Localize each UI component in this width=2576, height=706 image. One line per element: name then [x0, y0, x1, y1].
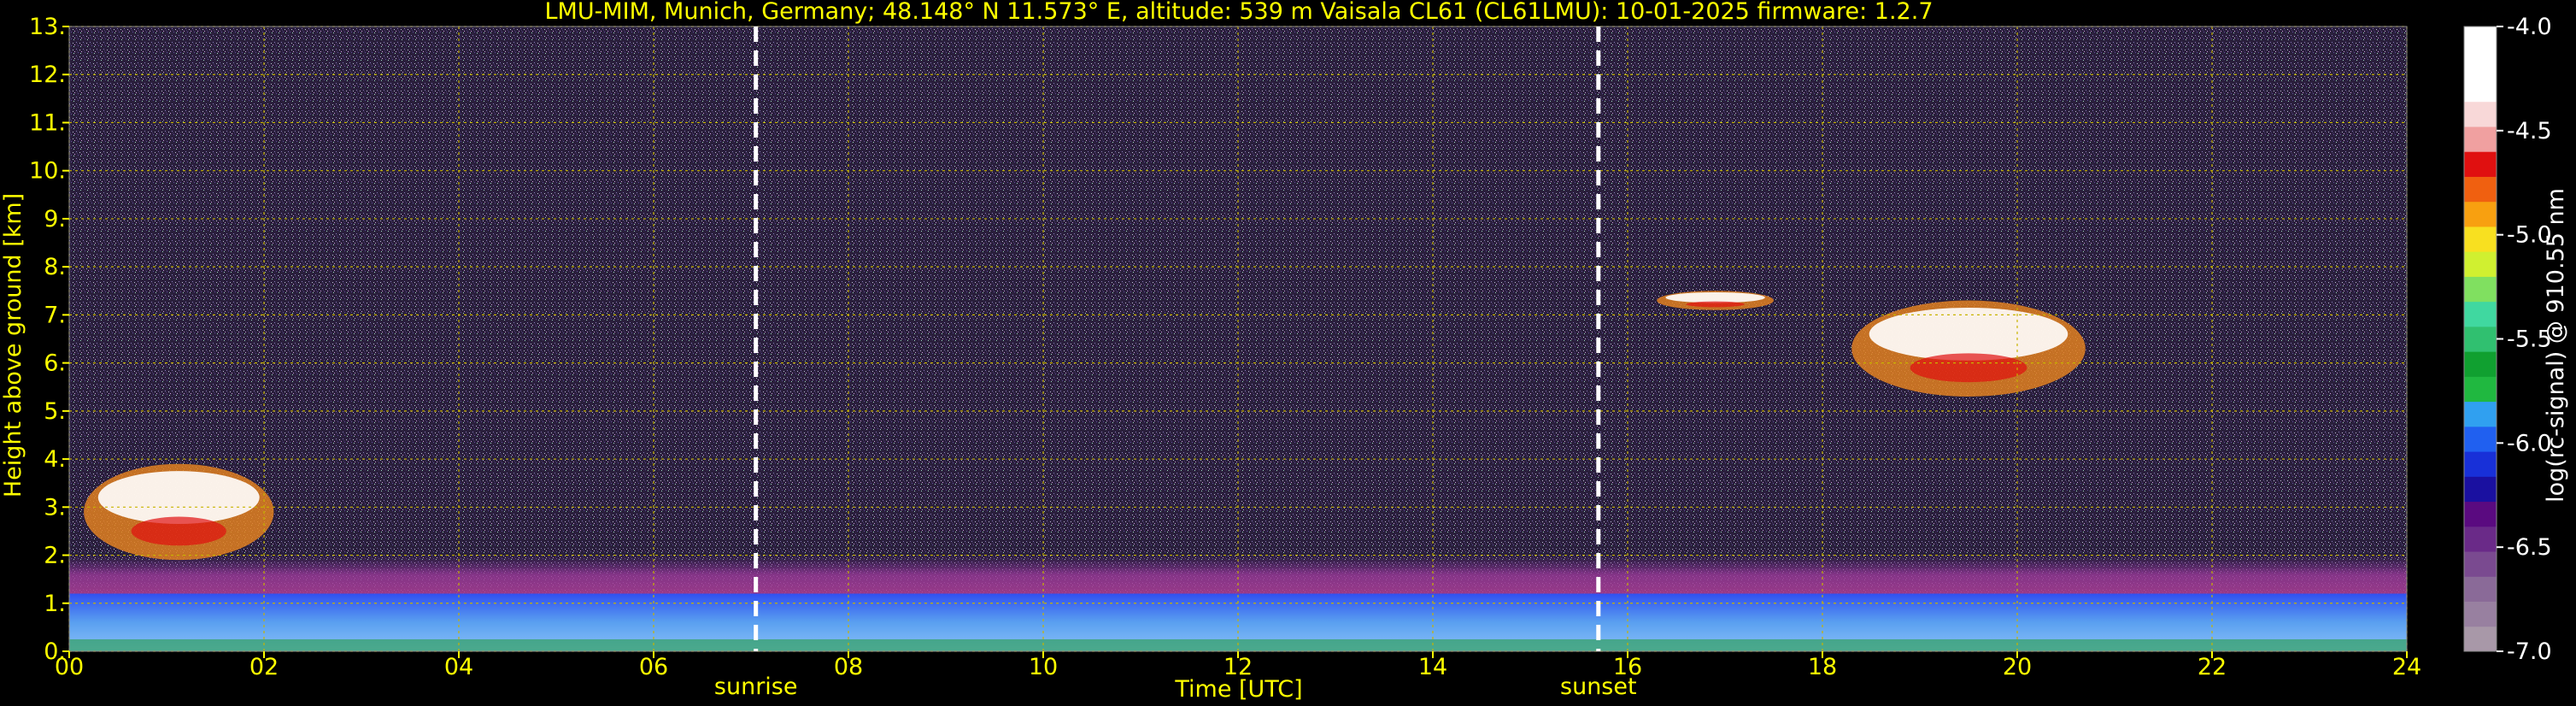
x-tick-label: 10: [1029, 654, 1058, 680]
x-tick-label: 08: [834, 654, 863, 680]
y-tick-label: 5.: [44, 398, 66, 425]
x-tick-label: 20: [2003, 654, 2032, 680]
x-tick-label: 02: [249, 654, 279, 680]
y-tick-label: 1.: [44, 591, 66, 617]
colorbar-segment: [2464, 76, 2497, 103]
colorbar-segment: [2464, 426, 2497, 452]
colorbar-segment: [2464, 251, 2497, 277]
colorbar-segment: [2464, 101, 2497, 127]
colorbar-segment: [2464, 326, 2497, 352]
event-label: sunrise: [714, 674, 798, 700]
colorbar-segment: [2464, 501, 2497, 527]
x-tick-label: 06: [639, 654, 668, 680]
y-tick-label: 0.: [44, 638, 66, 665]
colorbar-tick-label: -4.5: [2507, 118, 2552, 144]
x-tick-label: 24: [2392, 654, 2421, 680]
colorbar-segment: [2464, 376, 2497, 403]
colorbar-segment: [2464, 26, 2497, 52]
colorbar-tick-label: -6.5: [2507, 534, 2552, 561]
plot-area: [68, 26, 2408, 652]
cloud-feature: [1657, 291, 1774, 310]
y-tick-label: 3.: [44, 494, 66, 521]
cloud-core: [1665, 291, 1765, 303]
colorbar-segment: [2464, 201, 2497, 227]
colorbar-segment: [2464, 551, 2497, 577]
colorbar-tick-label: -5.0: [2507, 222, 2552, 249]
x-tick-label: 18: [1808, 654, 1837, 680]
colorbar-tick-label: -4.0: [2507, 14, 2552, 40]
colorbar-segment: [2464, 126, 2497, 152]
cloud-core: [1869, 307, 2068, 361]
x-tick-label: 04: [444, 654, 473, 680]
y-tick-label: 7.: [44, 302, 66, 328]
cloud-core: [97, 471, 260, 524]
y-tick-label: 6.: [44, 350, 66, 377]
cloud-red: [131, 516, 226, 546]
colorbar-tick-label: -5.5: [2507, 327, 2552, 353]
x-tick-label: 22: [2198, 654, 2227, 680]
cloud-feature: [84, 463, 274, 561]
colorbar-segment: [2464, 301, 2497, 327]
y-tick-label: 10.: [29, 158, 66, 185]
colorbar: -7.0 -6.5 -6.0 -5.5 -5.0 -4.5 -4.0: [2463, 14, 2552, 665]
y-tick-label: 4.: [44, 446, 66, 473]
y-tick-label: 8.: [44, 254, 66, 280]
y-tick-label: 12.: [29, 62, 66, 88]
x-tick-labels: 00 02 04 06 08 10 12 14 16 18 20 22 24: [55, 651, 2421, 680]
x-tick-label: 12: [1223, 654, 1253, 680]
colorbar-segment: [2464, 351, 2497, 377]
colorbar-segment: [2464, 451, 2497, 477]
colorbar-segment: [2464, 601, 2497, 627]
colorbar-segment: [2464, 176, 2497, 203]
y-tick-label: 13.: [29, 14, 66, 40]
y-tick-label: 11.: [29, 109, 66, 136]
cloud-red: [1910, 353, 2027, 383]
colorbar-tick-label: -7.0: [2507, 638, 2552, 665]
colorbar-segment: [2464, 276, 2497, 303]
chart-title: LMU-MIM, Munich, Germany; 48.148° N 11.5…: [544, 0, 1933, 25]
colorbar-segment: [2464, 626, 2497, 652]
colorbar-segment: [2464, 401, 2497, 427]
colorbar-segment: [2464, 576, 2497, 603]
ceilometer-chart: LMU-MIM, Munich, Germany; 48.148° N 11.5…: [0, 0, 2569, 703]
colorbar-segment: [2464, 151, 2497, 177]
colorbar-segment: [2464, 526, 2497, 552]
colorbar-tick-label: -6.0: [2507, 430, 2552, 456]
y-tick-label: 9.: [44, 206, 66, 232]
event-label: sunset: [1560, 674, 1637, 700]
y-tick-label: 2.: [44, 543, 66, 569]
colorbar-segment: [2464, 226, 2497, 252]
colorbar-segment: [2464, 476, 2497, 503]
y-tick-labels: 0. 1. 2. 3. 4. 5. 6. 7. 8. 9. 10. 11. 12. 13.: [29, 14, 69, 665]
x-tick-label: 14: [1418, 654, 1447, 680]
cloud-red: [1686, 301, 1745, 308]
y-axis-label: Height above ground [km]: [0, 193, 26, 497]
colorbar-segment: [2464, 51, 2497, 77]
